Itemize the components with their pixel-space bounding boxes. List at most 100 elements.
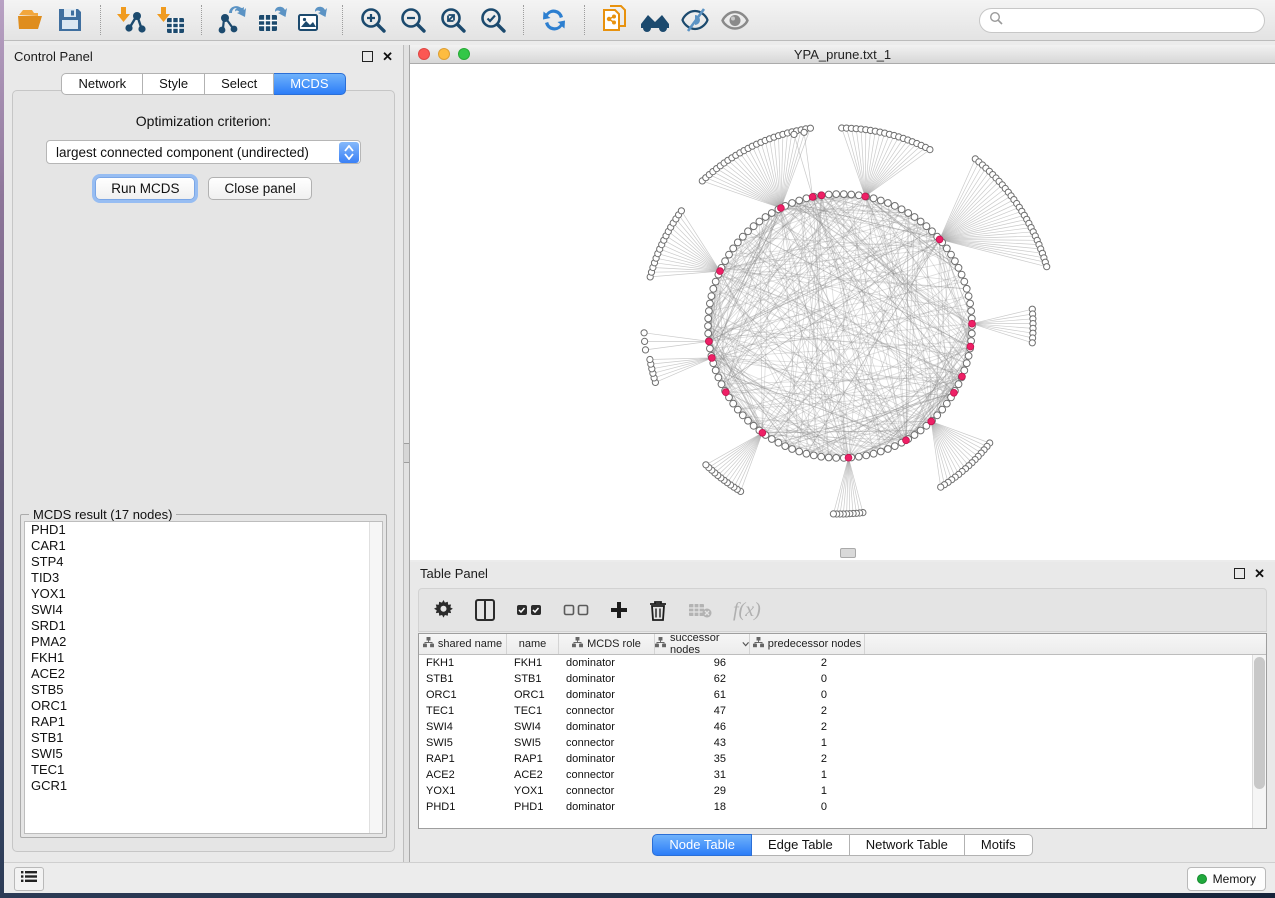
table-cell[interactable]: connector — [559, 767, 655, 783]
column-header-successor-nodes[interactable]: successor nodes — [655, 634, 750, 654]
mcds-result-node[interactable]: ORC1 — [25, 698, 382, 714]
network-canvas[interactable] — [410, 64, 1275, 560]
memory-button[interactable]: Memory — [1187, 867, 1266, 891]
table-cell[interactable]: dominator — [559, 655, 655, 671]
table-cell[interactable]: 62 — [655, 671, 750, 687]
mcds-result-node[interactable]: SWI5 — [25, 746, 382, 762]
table-options-gear-icon[interactable] — [433, 600, 454, 621]
mcds-result-node[interactable]: RAP1 — [25, 714, 382, 730]
tab-select[interactable]: Select — [205, 73, 274, 95]
result-list-scrollbar[interactable] — [369, 522, 382, 833]
column-header-MCDS-role[interactable]: MCDS role — [559, 634, 655, 654]
table-cell[interactable]: dominator — [559, 671, 655, 687]
clone-network-icon[interactable] — [599, 4, 631, 36]
show-hide-panels-eye-icon[interactable] — [719, 4, 751, 36]
table-cell[interactable]: RAP1 — [507, 751, 559, 767]
show-columns-icon[interactable] — [475, 599, 495, 621]
mcds-result-node[interactable]: SWI4 — [25, 602, 382, 618]
select-all-rows-icon[interactable] — [516, 604, 542, 616]
table-cell[interactable]: STB1 — [419, 671, 507, 687]
mcds-result-node[interactable]: CAR1 — [25, 538, 382, 554]
table-cell[interactable]: 96 — [655, 655, 750, 671]
export-table-icon[interactable] — [256, 4, 288, 36]
zoom-fit-icon[interactable] — [437, 4, 469, 36]
import-network-icon[interactable] — [115, 4, 147, 36]
table-cell[interactable]: 29 — [655, 783, 750, 799]
mcds-result-node[interactable]: TID3 — [25, 570, 382, 586]
mcds-result-node[interactable]: SRD1 — [25, 618, 382, 634]
table-cell[interactable]: YOX1 — [419, 783, 507, 799]
table-cell[interactable]: SWI4 — [507, 719, 559, 735]
export-network-icon[interactable] — [216, 4, 248, 36]
table-cell[interactable]: SWI4 — [419, 719, 507, 735]
zoom-out-icon[interactable] — [397, 4, 429, 36]
table-row[interactable]: RAP1RAP1dominator352 — [419, 751, 1266, 767]
table-cell[interactable]: dominator — [559, 687, 655, 703]
table-scrollbar[interactable] — [1252, 655, 1266, 828]
open-file-icon[interactable] — [14, 4, 46, 36]
tab-network-table[interactable]: Network Table — [850, 834, 965, 856]
table-row[interactable]: ORC1ORC1dominator610 — [419, 687, 1266, 703]
table-cell[interactable]: 61 — [655, 687, 750, 703]
table-row[interactable]: STB1STB1dominator620 — [419, 671, 1266, 687]
zoom-in-icon[interactable] — [357, 4, 389, 36]
table-cell[interactable]: PHD1 — [507, 799, 559, 815]
float-window-icon[interactable] — [1234, 568, 1245, 579]
table-scrollbar-thumb[interactable] — [1254, 657, 1265, 789]
table-cell[interactable]: ACE2 — [507, 767, 559, 783]
mcds-result-node[interactable]: ACE2 — [25, 666, 382, 682]
mcds-result-node[interactable]: STP4 — [25, 554, 382, 570]
table-cell[interactable]: 43 — [655, 735, 750, 751]
splitter-grip[interactable] — [404, 443, 409, 463]
table-cell[interactable]: 0 — [750, 671, 865, 687]
close-panel-icon[interactable]: ✕ — [1254, 569, 1265, 579]
mcds-result-node[interactable]: PHD1 — [25, 522, 382, 538]
table-cell[interactable]: 1 — [750, 767, 865, 783]
float-window-icon[interactable] — [362, 51, 373, 62]
table-cell[interactable]: connector — [559, 703, 655, 719]
search-input[interactable] — [1009, 12, 1255, 28]
table-cell[interactable]: 47 — [655, 703, 750, 719]
run-mcds-button[interactable]: Run MCDS — [95, 177, 195, 200]
table-cell[interactable]: 1 — [750, 783, 865, 799]
table-cell[interactable]: SWI5 — [419, 735, 507, 751]
birds-eye-view-icon[interactable] — [639, 4, 671, 36]
table-cell[interactable]: TEC1 — [419, 703, 507, 719]
mcds-result-node[interactable]: STB5 — [25, 682, 382, 698]
zoom-selected-icon[interactable] — [477, 4, 509, 36]
table-cell[interactable]: YOX1 — [507, 783, 559, 799]
tab-node-table[interactable]: Node Table — [652, 834, 752, 856]
task-history-button[interactable] — [14, 867, 44, 891]
close-panel-button[interactable]: Close panel — [208, 177, 311, 200]
table-row[interactable]: TEC1TEC1connector472 — [419, 703, 1266, 719]
network-window-titlebar[interactable]: YPA_prune.txt_1 — [410, 45, 1275, 64]
mcds-result-node[interactable]: YOX1 — [25, 586, 382, 602]
table-cell[interactable]: ORC1 — [507, 687, 559, 703]
toggle-graphics-details-icon[interactable] — [679, 4, 711, 36]
table-cell[interactable]: 2 — [750, 719, 865, 735]
table-cell[interactable]: 35 — [655, 751, 750, 767]
table-cell[interactable]: 18 — [655, 799, 750, 815]
table-cell[interactable]: ACE2 — [419, 767, 507, 783]
table-cell[interactable]: connector — [559, 735, 655, 751]
table-cell[interactable]: 46 — [655, 719, 750, 735]
mcds-result-node[interactable]: FKH1 — [25, 650, 382, 666]
table-cell[interactable]: dominator — [559, 751, 655, 767]
table-cell[interactable]: PHD1 — [419, 799, 507, 815]
table-row[interactable]: YOX1YOX1connector291 — [419, 783, 1266, 799]
table-row[interactable]: PHD1PHD1dominator180 — [419, 799, 1266, 815]
table-cell[interactable]: 1 — [750, 735, 865, 751]
refresh-view-icon[interactable] — [538, 4, 570, 36]
column-header-name[interactable]: name — [507, 634, 559, 654]
table-cell[interactable]: ORC1 — [419, 687, 507, 703]
table-cell[interactable]: FKH1 — [507, 655, 559, 671]
tab-network[interactable]: Network — [61, 73, 143, 95]
network-graph[interactable] — [410, 64, 1275, 560]
close-panel-icon[interactable]: ✕ — [382, 52, 393, 62]
tab-mcds[interactable]: MCDS — [274, 73, 345, 95]
save-icon[interactable] — [54, 4, 86, 36]
mcds-result-node[interactable]: TEC1 — [25, 762, 382, 778]
tab-style[interactable]: Style — [143, 73, 205, 95]
table-cell[interactable]: dominator — [559, 799, 655, 815]
table-row[interactable]: SWI4SWI4dominator462 — [419, 719, 1266, 735]
